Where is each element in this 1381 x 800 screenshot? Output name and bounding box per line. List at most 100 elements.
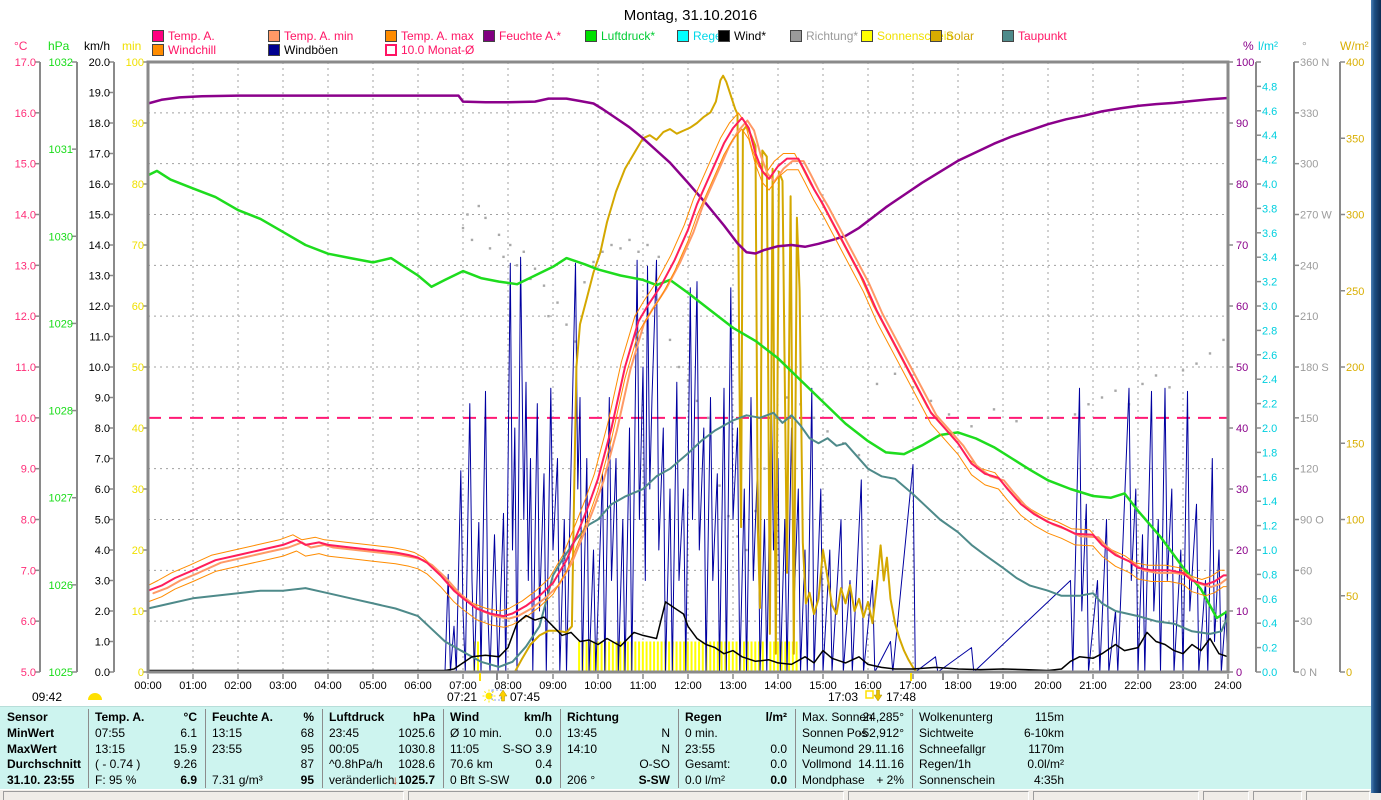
table-cell-label: 00:05 bbox=[329, 741, 360, 756]
table-divider bbox=[560, 709, 561, 788]
direction-dot bbox=[668, 338, 672, 342]
table-cell-label: Vollmond bbox=[802, 757, 852, 772]
table-row: 00:05 1030.8 bbox=[322, 741, 443, 757]
table-cell-label: F: 95 % bbox=[95, 773, 137, 788]
axis-label: 12.0 bbox=[15, 311, 36, 323]
axis-label: 16.0 bbox=[89, 179, 110, 191]
direction-dot bbox=[1046, 416, 1050, 420]
direction-dot bbox=[1181, 369, 1185, 372]
axis-label: 40 bbox=[132, 423, 144, 435]
table-cell-label: ^0.8hPa/h bbox=[329, 757, 383, 772]
table-cell-value: 87 bbox=[300, 757, 314, 772]
table-cell-label: Schneefallgr bbox=[919, 741, 986, 756]
table-cell-label: MinWert bbox=[7, 725, 55, 740]
table-row: 0 Bft S-SW 0.0 bbox=[443, 772, 560, 788]
table-row: 23:55 0.0 bbox=[678, 741, 795, 757]
axis-label: 18.0 bbox=[89, 118, 110, 130]
table-row: 23:45 1025.6 bbox=[322, 725, 443, 741]
axis-label: 30 bbox=[132, 484, 144, 496]
axis-label: 2.0 bbox=[95, 606, 110, 618]
table-row: Gesamt: 0.0 bbox=[678, 756, 795, 772]
axis-label: 90 bbox=[1236, 118, 1248, 130]
axis-label: min bbox=[122, 39, 141, 53]
moonrise-icon bbox=[88, 693, 102, 700]
axis-label: 50 bbox=[1236, 362, 1248, 374]
table-row: O-SO bbox=[560, 756, 678, 772]
table-row: Schneefallgr 1170m bbox=[912, 741, 1072, 757]
axis-label: °C bbox=[14, 39, 28, 53]
table-row: Sichtweite 6-10km bbox=[912, 725, 1072, 741]
table-row: Ø 10 min. 0.0 bbox=[443, 725, 560, 741]
direction-dot bbox=[657, 255, 660, 259]
axis-label: 0 bbox=[138, 667, 144, 679]
table-divider bbox=[88, 709, 89, 788]
axis-label: 9.0 bbox=[21, 464, 36, 476]
table-cell-label: Luftdruck bbox=[329, 710, 385, 724]
axis-label: 15.0 bbox=[89, 210, 110, 222]
axis-label: 10 bbox=[1236, 606, 1248, 618]
table-cell-value: 0.0 bbox=[770, 757, 787, 772]
sun-ray bbox=[484, 698, 487, 701]
table-cell-label: 7.31 g/m³ bbox=[212, 773, 263, 788]
status-bar-segment bbox=[3, 791, 404, 800]
axis-label: 8.0 bbox=[95, 423, 110, 435]
direction-dot bbox=[1222, 338, 1225, 342]
table-cell-label: 23:55 bbox=[685, 741, 716, 756]
table-row: 206 ° S-SW bbox=[560, 772, 678, 788]
table-row: 0.0 l/m² 0.0 bbox=[678, 772, 795, 788]
table-cell-value: 0.0 bbox=[535, 725, 552, 740]
axis-label: 1.0 bbox=[95, 637, 110, 649]
table-row: 13:15 15.9 bbox=[88, 741, 205, 757]
direction-dot bbox=[677, 365, 681, 369]
axis-label: 7.0 bbox=[21, 565, 36, 577]
axis-label: 100 bbox=[1346, 515, 1364, 527]
table-group-8: Wolkenunterg 115m Sichtweite 6-10km Schneefa… bbox=[912, 707, 1072, 790]
sunrise-sun-icon bbox=[485, 692, 493, 700]
axis-label: 11.0 bbox=[89, 332, 110, 344]
table-row: Vollmond 14.11.16 bbox=[795, 756, 912, 772]
table-group-2: Feuchte A.% 13:15 68 23:55 95 87 7.31 g/m³ 95 bbox=[205, 707, 322, 790]
table-cell-value: 1028.6 bbox=[398, 757, 435, 772]
status-bar-segment bbox=[1306, 791, 1370, 800]
table-divider bbox=[795, 709, 796, 788]
axis-label: 14.0 bbox=[15, 210, 36, 222]
table-cell-value: 6.9 bbox=[180, 773, 197, 788]
table-row: MinWert bbox=[0, 725, 88, 741]
direction-dot bbox=[646, 243, 649, 247]
axis-label: 0 N bbox=[1300, 667, 1317, 679]
axis-label: 19:00 bbox=[989, 680, 1017, 692]
table-cell-value: 6-10km bbox=[1023, 725, 1064, 740]
table-cell-value: 29.11.16 bbox=[858, 741, 904, 756]
table-row: Richtung bbox=[560, 709, 678, 725]
axis-label: 300 bbox=[1300, 159, 1318, 171]
table-cell-label: 206 ° bbox=[567, 773, 596, 788]
direction-dot bbox=[893, 372, 897, 375]
axis-label: 1027 bbox=[49, 493, 73, 505]
table-cell-value: 0.0 bbox=[770, 741, 787, 756]
table-cell-label: Richtung bbox=[567, 710, 619, 724]
table-cell-label: Gesamt: bbox=[685, 757, 731, 772]
table-row: 13:45 N bbox=[560, 725, 678, 741]
table-cell-value: km/h bbox=[523, 710, 552, 724]
weather-chart: °C 5.0 6.0 7.0 8.0 9.0 10.0 11.0 12.0 13.0 14.0 15.… bbox=[14, 39, 1369, 704]
table-cell-label: 31.10. 23:55 bbox=[7, 773, 75, 788]
axis-label: 05:00 bbox=[359, 680, 387, 692]
table-cell-value: 0.0 bbox=[535, 773, 552, 788]
table-cell-value: 14.11.16 bbox=[858, 757, 904, 772]
axis-label: 2.8 bbox=[1262, 325, 1277, 337]
status-bar-segment bbox=[1253, 791, 1302, 800]
table-row: Neumond 29.11.16 bbox=[795, 741, 912, 757]
table-row: Sensor bbox=[0, 709, 88, 725]
direction-dot bbox=[556, 301, 559, 304]
table-group-3: Luftdruck hPa 23:45 1025.6 00:05 1030.8 ^0.8hP… bbox=[322, 707, 443, 790]
table-cell-label: 13:45 bbox=[567, 725, 598, 740]
axis-label: 1.8 bbox=[1262, 447, 1277, 459]
axis-label: 17.0 bbox=[15, 57, 36, 69]
axis-label: 5.0 bbox=[95, 515, 110, 527]
direction-dot bbox=[509, 243, 512, 247]
direction-dot bbox=[470, 238, 474, 242]
table-cell-value: 0.0l/m² bbox=[1027, 757, 1064, 772]
direction-dot bbox=[484, 216, 487, 220]
direction-dot bbox=[947, 413, 951, 416]
table-row: 0 min. bbox=[678, 725, 795, 741]
